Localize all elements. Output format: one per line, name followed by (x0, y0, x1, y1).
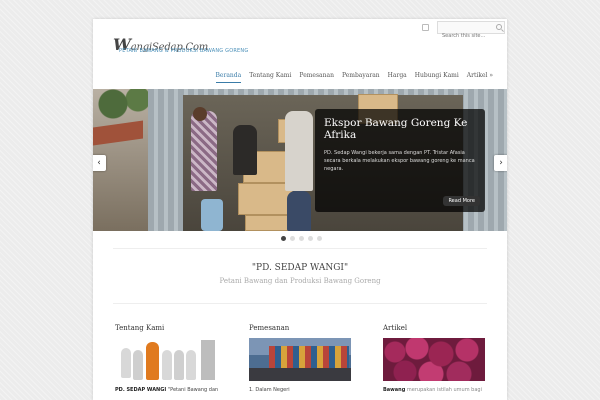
search-input[interactable] (438, 30, 494, 42)
slider-dot[interactable] (299, 236, 304, 241)
read-more-button[interactable]: Read More (443, 196, 480, 206)
chevron-left-icon: ‹ (97, 158, 101, 168)
column-text: Bawang merupakan istilah umum bagi (383, 387, 482, 393)
slider-dot[interactable] (281, 236, 286, 241)
column-image-onions[interactable] (383, 338, 485, 381)
main-nav: Beranda Tentang Kami Pemesanan Pembayara… (215, 72, 493, 83)
search-box[interactable] (437, 21, 505, 42)
nav-item-beranda[interactable]: Beranda (215, 72, 242, 83)
nav-item-artikel[interactable]: Artikel » (467, 72, 493, 83)
logo-tagline: PETANI BAWANG & PRODUKSI BAWANG GORENG (119, 48, 249, 54)
page-container: WangiSedap.Com PETANI BAWANG & PRODUKSI … (93, 19, 507, 400)
slider-dot[interactable] (317, 236, 322, 241)
column-pemesanan: Pemesanan 1. Dalam Negeri (249, 324, 354, 393)
chevron-right-icon: › (499, 158, 503, 168)
slider-pagination (281, 236, 322, 241)
column-title[interactable]: Tentang Kami (115, 324, 220, 332)
feature-columns: Tentang Kami PD. SEDAP WANGI "Petani Baw… (115, 324, 495, 400)
column-title[interactable]: Artikel (383, 324, 488, 332)
slider-prev-button[interactable]: ‹ (93, 155, 106, 171)
column-image-shipping[interactable] (249, 338, 351, 381)
column-title[interactable]: Pemesanan (249, 324, 354, 332)
search-icon[interactable] (496, 24, 502, 30)
slider-dot[interactable] (290, 236, 295, 241)
nav-item-pemesanan[interactable]: Pemesanan (299, 72, 334, 83)
welcome-title: "PD. SEDAP WANGI" (251, 263, 349, 273)
slider-next-button[interactable]: › (494, 155, 507, 171)
welcome-subtitle: Petani Bawang dan Produksi Bawang Goreng (219, 277, 381, 285)
column-image-people[interactable] (115, 338, 217, 381)
divider (113, 248, 487, 249)
slide-text: PD. Sedap Wangi bekerja sama dengan PT. … (324, 150, 475, 172)
column-text: PD. SEDAP WANGI "Petani Bawang dan (115, 387, 219, 393)
nav-item-harga[interactable]: Harga (388, 72, 407, 83)
image-slider[interactable]: Ekspor Bawang Goreng Ke Afrika PD. Sedap… (93, 89, 507, 231)
column-text: 1. Dalam Negeri (249, 387, 290, 393)
nav-item-pembayaran[interactable]: Pembayaran (342, 72, 380, 83)
slide-caption: Ekspor Bawang Goreng Ke Afrika PD. Sedap… (315, 109, 485, 212)
column-artikel: Artikel Bawang merupakan istilah umum ba… (383, 324, 488, 393)
slider-dot[interactable] (308, 236, 313, 241)
column-tentang-kami: Tentang Kami PD. SEDAP WANGI "Petani Baw… (115, 324, 220, 393)
slide-title[interactable]: Ekspor Bawang Goreng Ke Afrika (324, 117, 476, 141)
nav-item-hubungi-kami[interactable]: Hubungi Kami (415, 72, 459, 83)
site-logo[interactable]: WangiSedap.Com PETANI BAWANG & PRODUKSI … (113, 35, 263, 59)
divider (113, 303, 487, 304)
rss-icon[interactable] (422, 24, 429, 31)
nav-item-tentang-kami[interactable]: Tentang Kami (249, 72, 291, 83)
